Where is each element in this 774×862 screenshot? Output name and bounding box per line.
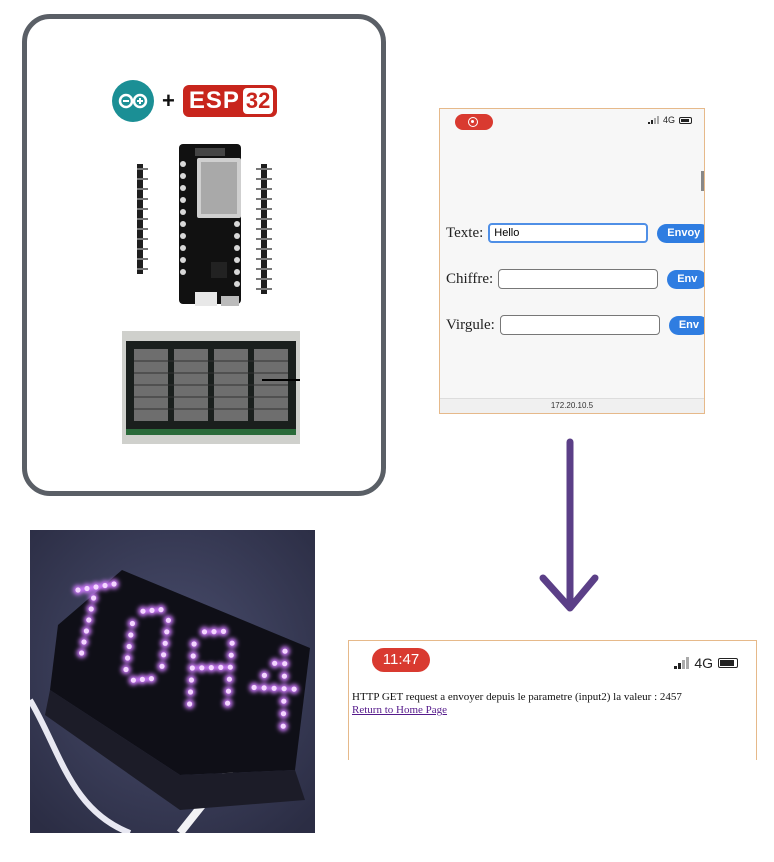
logo-row: + ESP 32 [112, 79, 312, 123]
led-dot-core [211, 629, 217, 635]
led-dot-core [162, 640, 168, 646]
led-dot-core [83, 628, 89, 634]
recording-indicator [455, 114, 493, 130]
form-row-texte: Texte: Envoy [446, 223, 704, 243]
led-dot-core [281, 698, 287, 704]
envoyer-button[interactable]: Env [668, 315, 704, 335]
led-dot-core [164, 629, 170, 635]
texte-input[interactable] [488, 223, 649, 243]
led-dot-core [75, 587, 81, 593]
led-dot-core [159, 663, 165, 669]
esp-logo-text: ESP [188, 87, 240, 114]
led-dot-core [139, 676, 145, 682]
led-dot-core [261, 685, 267, 691]
network-label: 4G [694, 655, 713, 671]
led-dot-core [261, 672, 267, 678]
led-dot-core [88, 606, 94, 612]
led-dot-core [225, 688, 232, 694]
esp32-logo: ESP 32 [182, 85, 278, 117]
led-dot-core [111, 581, 117, 587]
led-dot-core [140, 608, 146, 614]
url-bar[interactable]: 172.20.10.5 [440, 398, 704, 413]
response-message: HTTP GET request a envoyer depuis le par… [352, 691, 682, 703]
led-dot-core [251, 684, 257, 691]
network-label: 4G [662, 115, 675, 125]
led-dot-core [84, 585, 90, 592]
return-home-link[interactable]: Return to Home Page [352, 704, 447, 716]
led-dot-core [81, 639, 87, 645]
led-dot-core [125, 655, 131, 661]
led-dot-core [188, 677, 194, 683]
scrollbar[interactable] [701, 171, 704, 191]
led-dot-core [281, 686, 287, 692]
plus-sign: + [162, 88, 175, 113]
form-row-chiffre: Chiffre: Env [446, 269, 704, 289]
arduino-logo-icon [112, 80, 154, 122]
led-dot-core [187, 701, 193, 707]
led-dot-core [272, 660, 278, 666]
field-label: Chiffre: [446, 270, 494, 287]
signal-icon [647, 116, 659, 124]
led-dot-core [271, 685, 277, 691]
led-dot-core [199, 665, 205, 671]
form-row-virgule: Virgule: Env [446, 315, 704, 335]
led-dot-core [220, 628, 227, 634]
led-dot-core [158, 607, 164, 613]
signal-icon [674, 657, 690, 669]
status-bar: 4G [674, 655, 738, 671]
led-dot-core [201, 629, 208, 635]
envoyer-button[interactable]: Envoy [657, 223, 704, 243]
led-dot-core [93, 584, 99, 590]
esp-logo-number: 32 [242, 88, 274, 114]
led-dot-core [123, 666, 129, 673]
status-time: 11:47 [372, 648, 430, 672]
battery-icon [718, 658, 738, 668]
led-dot-core [229, 640, 235, 646]
led-dot-core [280, 723, 286, 729]
status-bar: 4G [647, 115, 692, 125]
led-dot-core [148, 676, 154, 682]
led-dot-core [282, 648, 288, 654]
led-dot-core [218, 664, 224, 670]
record-icon [468, 117, 478, 127]
led-dot-core [126, 643, 132, 650]
led-dot-core [91, 595, 97, 601]
field-label: Texte: [446, 224, 484, 241]
led-dot-core [189, 665, 195, 671]
led-matrix-photo [122, 331, 300, 444]
led-dot-core [187, 689, 194, 695]
hardware-card: + ESP 32 [22, 14, 386, 496]
phone-response-screenshot: 11:47 4G HTTP GET request a envoyer depu… [348, 640, 757, 760]
led-dot-core [225, 700, 231, 706]
led-dot-core [79, 650, 85, 656]
led-dot-core [130, 677, 136, 683]
led-dot-core [165, 617, 171, 623]
led-dot-core [208, 665, 214, 671]
esp32-board-image [137, 144, 272, 306]
led-dot-core [128, 632, 134, 638]
led-dot-core [281, 673, 287, 679]
down-arrow-icon [539, 438, 599, 612]
chiffre-input[interactable] [498, 269, 659, 289]
led-dot-core [86, 617, 92, 623]
virgule-input[interactable] [499, 315, 660, 335]
led-dot-core [161, 652, 167, 658]
led-dot-core [291, 686, 297, 692]
phone-form-screenshot: 4G Texte: Envoy Chiffre: Env Virgule: En… [439, 108, 705, 414]
field-label: Virgule: [446, 316, 495, 333]
led-display-photo [30, 530, 315, 833]
led-dot-core [191, 641, 197, 647]
led-dot-core [227, 664, 233, 670]
battery-icon [679, 116, 692, 124]
led-dot-core [149, 607, 155, 613]
led-dot-core [102, 582, 108, 589]
led-dot-core [226, 676, 232, 682]
led-dot-core [228, 652, 234, 658]
led-dot-core [129, 620, 135, 627]
led-dot-core [190, 653, 196, 659]
led-dot-core [282, 661, 288, 667]
led-dot-core [280, 711, 287, 717]
envoyer-button[interactable]: Env [667, 269, 704, 289]
